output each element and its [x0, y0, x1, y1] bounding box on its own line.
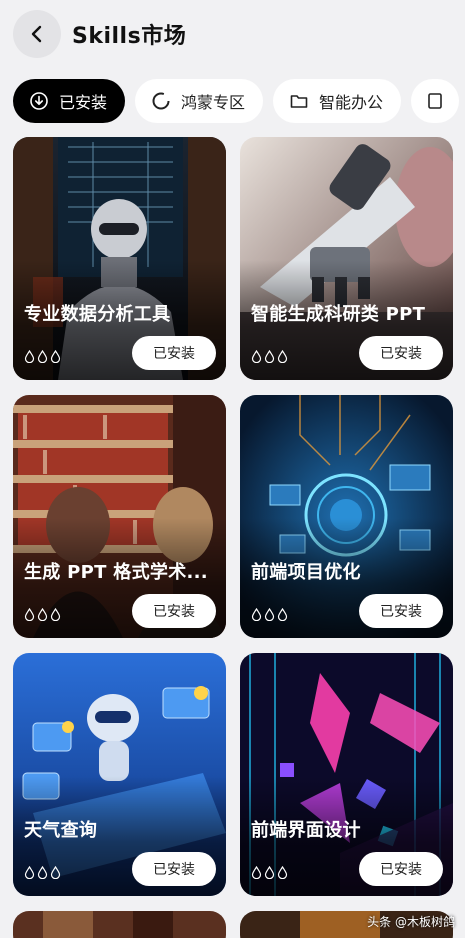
drop-icon [24, 866, 35, 879]
drop-icon [50, 866, 61, 879]
installed-button[interactable]: 已安装 [359, 336, 443, 370]
drop-icon [251, 350, 262, 363]
drop-icon [277, 608, 288, 621]
drop-icon [251, 866, 262, 879]
drop-icon [37, 866, 48, 879]
tab-smart-office[interactable]: 智能办公 [273, 79, 402, 123]
harmony-ring-icon [151, 91, 171, 111]
tab-installed[interactable]: 已安装 [13, 79, 126, 123]
drop-icon [264, 350, 275, 363]
header: Skills市场 [0, 0, 465, 70]
skill-card[interactable]: 专业数据分析工具 已安装 [13, 137, 226, 380]
drop-icon [37, 608, 48, 621]
back-button[interactable] [13, 10, 61, 58]
rating [251, 866, 288, 879]
skill-card[interactable]: 前端界面设计 已安装 [240, 653, 453, 896]
drop-icon [277, 350, 288, 363]
rating [24, 866, 61, 879]
skill-card[interactable]: 前端项目优化 已安装 [240, 395, 453, 638]
download-circle-icon [29, 91, 49, 111]
drop-icon [277, 866, 288, 879]
chevron-left-icon [31, 25, 42, 43]
installed-button[interactable]: 已安装 [359, 852, 443, 886]
skill-name: 天气查询 [24, 820, 98, 841]
rating [24, 350, 61, 363]
watermark: 头条 @木板树鸽 [367, 915, 455, 929]
folder-icon [289, 91, 309, 111]
category-tabs: 已安装 鸿蒙专区 智能办公 [13, 79, 465, 125]
drop-icon [251, 608, 262, 621]
page-title: Skills市场 [72, 24, 187, 49]
rating [251, 608, 288, 621]
skill-name: 专业数据分析工具 [24, 304, 171, 325]
document-icon [425, 91, 445, 111]
drop-icon [50, 350, 61, 363]
rating [24, 608, 61, 621]
installed-button[interactable]: 已安装 [132, 852, 216, 886]
drop-icon [37, 350, 48, 363]
tab-label: 鸿蒙专区 [181, 93, 246, 112]
drop-icon [24, 350, 35, 363]
rating [251, 350, 288, 363]
skill-name: 生成 PPT 格式学术... [24, 562, 208, 583]
drop-icon [264, 866, 275, 879]
installed-button[interactable]: 已安装 [132, 336, 216, 370]
installed-button[interactable]: 已安装 [132, 594, 216, 628]
skill-card[interactable]: 智能生成科研类 PPT 已安装 [240, 137, 453, 380]
drop-icon [264, 608, 275, 621]
skill-name: 前端项目优化 [251, 562, 361, 583]
installed-button[interactable]: 已安装 [359, 594, 443, 628]
tab-label: 已安装 [59, 93, 108, 112]
skill-card-partial[interactable] [13, 911, 226, 938]
drop-icon [24, 608, 35, 621]
card-illustration-partial [13, 911, 226, 938]
drop-icon [50, 608, 61, 621]
skill-name: 智能生成科研类 PPT [251, 304, 426, 325]
skill-card[interactable]: 天气查询 已安装 [13, 653, 226, 896]
tab-label: 智能办公 [319, 93, 384, 112]
tab-more[interactable] [411, 79, 460, 123]
skill-name: 前端界面设计 [251, 820, 361, 841]
tab-harmony[interactable]: 鸿蒙专区 [135, 79, 264, 123]
skill-card[interactable]: 生成 PPT 格式学术... 已安装 [13, 395, 226, 638]
